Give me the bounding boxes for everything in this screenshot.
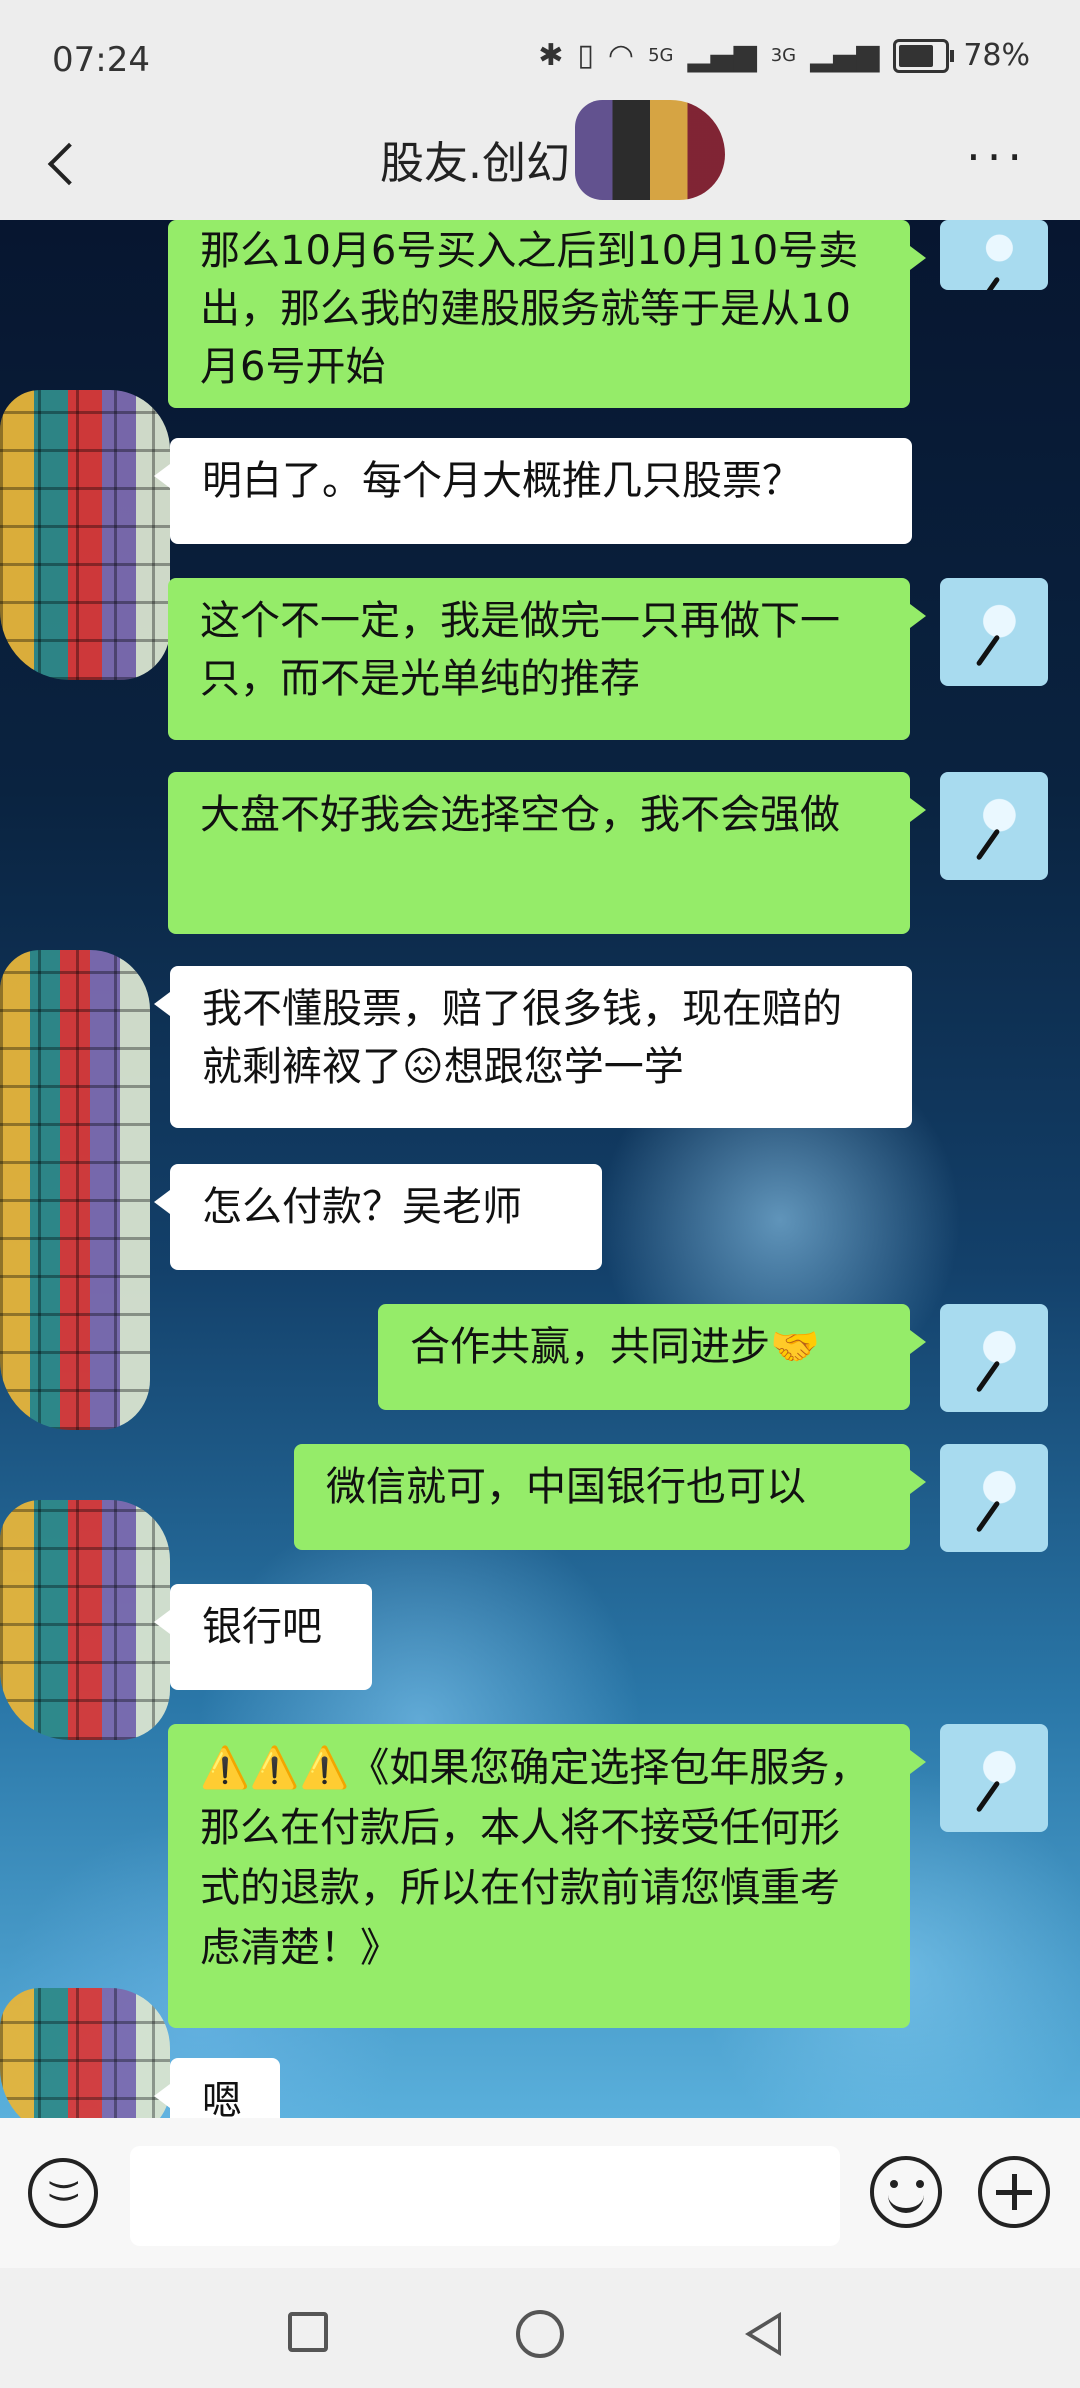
nav-back-button[interactable]	[745, 2312, 781, 2356]
my-avatar[interactable]	[940, 578, 1048, 686]
battery-icon	[893, 38, 955, 73]
contact-avatar[interactable]	[0, 1988, 170, 2120]
my-avatar[interactable]	[940, 772, 1048, 880]
more-actions-button[interactable]	[978, 2156, 1050, 2228]
message-text: 明白了。每个月大概推几只股票？	[202, 458, 802, 504]
message-bubble[interactable]: 我不懂股票，赔了很多钱，现在赔的就剩裤衩了😖想跟您学一学	[154, 966, 912, 1128]
more-options-button[interactable]: ···	[966, 134, 1028, 180]
my-avatar[interactable]	[940, 1724, 1048, 1832]
status-bar: 07:24 ✱ ▯ ◠ 5G ▂▄▆ 3G ▂▄▆ 78%	[0, 0, 1080, 120]
input-bar	[0, 2118, 1080, 2268]
chat-header: 股友.创幻 ···	[0, 105, 1080, 220]
signal-5g-label: 5G	[648, 45, 674, 66]
contact-avatar[interactable]	[0, 950, 150, 1430]
message-text: 合作共赢，共同进步🤝	[410, 1324, 820, 1370]
my-avatar[interactable]	[940, 1304, 1048, 1412]
message-bubble[interactable]: 嗯	[154, 2058, 280, 2120]
voice-input-button[interactable]	[28, 2158, 98, 2228]
contact-avatar[interactable]	[0, 390, 170, 680]
message-text: 微信就可，中国银行也可以	[326, 1464, 806, 1510]
message-bubble[interactable]: 这个不一定，我是做完一只再做下一只，而不是光单纯的推荐	[168, 578, 926, 740]
signal-3g-label: 3G	[770, 45, 797, 66]
message-bubble[interactable]: 银行吧	[154, 1584, 372, 1690]
bluetooth-icon: ✱	[538, 38, 564, 73]
recent-apps-button[interactable]	[288, 2312, 328, 2352]
message-text: 大盘不好我会选择空仓，我不会强做	[200, 792, 840, 838]
system-nav-bar	[0, 2268, 1080, 2388]
contact-avatar[interactable]	[0, 1500, 170, 1740]
message-input[interactable]	[130, 2146, 840, 2246]
vibrate-icon: ▯	[577, 38, 594, 73]
message-bubble[interactable]: 明白了。每个月大概推几只股票？	[154, 438, 912, 544]
chat-area[interactable]: 那么10月6号买入之后到10月10号卖出，那么我的建股服务就等于是从10月6号开…	[0, 220, 1080, 2120]
back-button[interactable]	[40, 133, 90, 193]
my-avatar[interactable]	[940, 220, 1048, 290]
message-bubble[interactable]: 那么10月6号买入之后到10月10号卖出，那么我的建股服务就等于是从10月6号开…	[168, 220, 926, 408]
message-bubble[interactable]: 微信就可，中国银行也可以	[294, 1444, 926, 1550]
signal-icon-2: ▂▄▆	[810, 38, 880, 73]
wifi-icon: ◠	[607, 38, 635, 73]
message-bubble[interactable]: 怎么付款？吴老师	[154, 1164, 602, 1270]
message-text: 那么10月6号买入之后到10月10号卖出，那么我的建股服务就等于是从10月6号开…	[200, 228, 859, 390]
status-icons: ✱ ▯ ◠ 5G ▂▄▆ 3G ▂▄▆ 78%	[538, 38, 1030, 73]
chat-title: 股友.创幻	[380, 138, 570, 189]
message-bubble[interactable]: 大盘不好我会选择空仓，我不会强做	[168, 772, 926, 934]
message-text: 这个不一定，我是做完一只再做下一只，而不是光单纯的推荐	[200, 598, 840, 702]
message-bubble[interactable]: ⚠️⚠️⚠️《如果您确定选择包年服务，那么在付款后，本人将不接受任何形式的退款，…	[168, 1724, 926, 2028]
title-mosaic-overlay	[575, 100, 725, 200]
message-text: 嗯	[202, 2078, 242, 2120]
emoji-button[interactable]	[870, 2156, 942, 2228]
battery-percent: 78%	[963, 38, 1030, 73]
message-text: 银行吧	[202, 1604, 322, 1650]
message-bubble[interactable]: 合作共赢，共同进步🤝	[378, 1304, 926, 1410]
message-text: 怎么付款？吴老师	[202, 1184, 522, 1230]
status-time: 07:24	[52, 40, 150, 80]
my-avatar[interactable]	[940, 1444, 1048, 1552]
message-text: 我不懂股票，赔了很多钱，现在赔的就剩裤衩了😖想跟您学一学	[202, 986, 842, 1090]
message-text: ⚠️⚠️⚠️《如果您确定选择包年服务，那么在付款后，本人将不接受任何形式的退款，…	[200, 1745, 870, 1971]
signal-icon: ▂▄▆	[687, 38, 757, 73]
home-button[interactable]	[516, 2310, 564, 2358]
